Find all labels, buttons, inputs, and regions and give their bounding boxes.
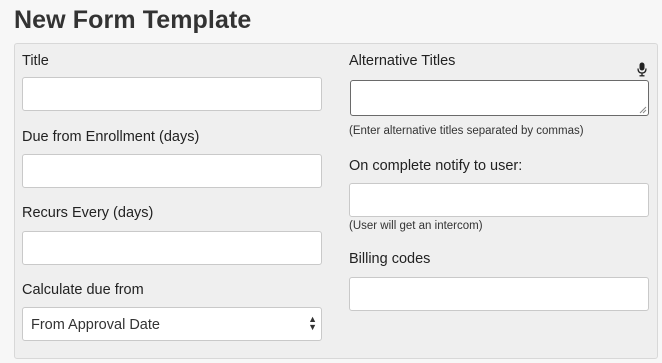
title-input[interactable] [22,77,322,111]
page-title: New Form Template [14,6,252,34]
microphone-icon[interactable] [637,62,647,77]
chevron-up-down-icon: ▲ ▼ [308,314,317,332]
due-from-enrollment-label: Due from Enrollment (days) [22,129,200,145]
recurs-every-label: Recurs Every (days) [22,205,154,221]
calculate-due-from-value: From Approval Date [31,317,160,333]
due-from-enrollment-input[interactable] [22,154,322,188]
resize-grip-icon[interactable] [639,106,647,114]
alternative-titles-label: Alternative Titles [349,53,456,69]
alternative-titles-wrapper [350,80,649,116]
calculate-due-from-select[interactable]: From Approval Date ▲ ▼ [22,307,322,341]
notify-user-label: On complete notify to user: [349,158,523,174]
title-label: Title [22,53,49,69]
billing-codes-input[interactable] [349,277,649,311]
calculate-due-from-label: Calculate due from [22,282,144,298]
notify-user-hint: (User will get an intercom) [349,220,483,232]
form-card: Title Due from Enrollment (days) Recurs … [14,43,658,359]
recurs-every-input[interactable] [22,231,322,265]
alternative-titles-hint: (Enter alternative titles separated by c… [349,125,584,137]
billing-codes-label: Billing codes [349,251,431,267]
alternative-titles-textarea[interactable] [350,80,649,116]
notify-user-input[interactable] [349,183,649,217]
